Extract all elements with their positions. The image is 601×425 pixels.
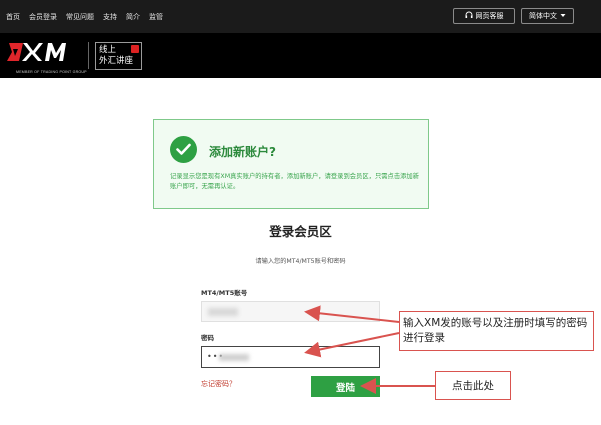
annotation-enter-credentials: 输入XM发的账号以及注册时填写的密码进行登录: [399, 311, 594, 351]
nav-item-home[interactable]: 首页: [6, 12, 20, 22]
account-label: MT4/MT5账号: [201, 289, 248, 297]
annotation-click-here: 点击此处: [435, 371, 511, 400]
password-input[interactable]: •••: [201, 346, 380, 368]
notice-title: 添加新账户?: [209, 145, 276, 159]
check-circle-icon: [170, 136, 197, 163]
add-account-notice: 添加新账户? 记录显示您是现有XM真实账户的持有者，添加新账户，请登录到会员区，…: [153, 119, 429, 209]
chevron-down-icon: [560, 12, 566, 20]
xm-logo-mark-icon: [7, 43, 66, 61]
top-nav-bar: 首页 会员登录 常见问题 支持 简介 监管 网页客服 简体中文: [0, 0, 601, 33]
nav-item-faq[interactable]: 常见问题: [66, 12, 94, 22]
brand-divider: [88, 42, 89, 69]
logo-tagline: MEMBER OF TRADING POINT GROUP: [16, 70, 87, 74]
headset-icon: [465, 11, 473, 21]
language-selector[interactable]: 简体中文: [521, 8, 574, 24]
language-label: 简体中文: [529, 12, 557, 20]
badge-line-2: 外汇讲座: [99, 56, 134, 66]
account-input[interactable]: [201, 301, 380, 322]
redacted-password-value: [219, 354, 249, 361]
notice-text: 记录显示您是现有XM真实账户的持有者，添加新账户，请登录到会员区，只需点击添加新…: [170, 173, 420, 190]
nav-item-member-login[interactable]: 会员登录: [29, 12, 57, 22]
redacted-account-value: [208, 308, 238, 316]
login-title: 登录会员区: [269, 224, 332, 239]
flag-icon: [131, 45, 139, 53]
forex-seminar-badge[interactable]: 线上 外汇讲座: [95, 42, 142, 70]
nav-item-about[interactable]: 简介: [126, 12, 140, 22]
brand-bar: MEMBER OF TRADING POINT GROUP 线上 外汇讲座: [0, 33, 601, 78]
forgot-password-link[interactable]: 忘记密码？: [201, 379, 236, 389]
nav-item-regulation[interactable]: 监管: [149, 12, 163, 22]
top-nav: 首页 会员登录 常见问题 支持 简介 监管: [6, 0, 172, 33]
nav-item-support[interactable]: 支持: [103, 12, 117, 22]
xm-logo[interactable]: MEMBER OF TRADING POINT GROUP: [7, 40, 87, 74]
login-button[interactable]: 登陆: [311, 376, 380, 397]
live-support-button[interactable]: 网页客服: [453, 8, 515, 24]
password-label: 密码: [201, 334, 214, 342]
live-support-label: 网页客服: [475, 12, 504, 20]
login-subtitle: 请输入您的MT4/MT5账号和密码: [255, 258, 346, 265]
